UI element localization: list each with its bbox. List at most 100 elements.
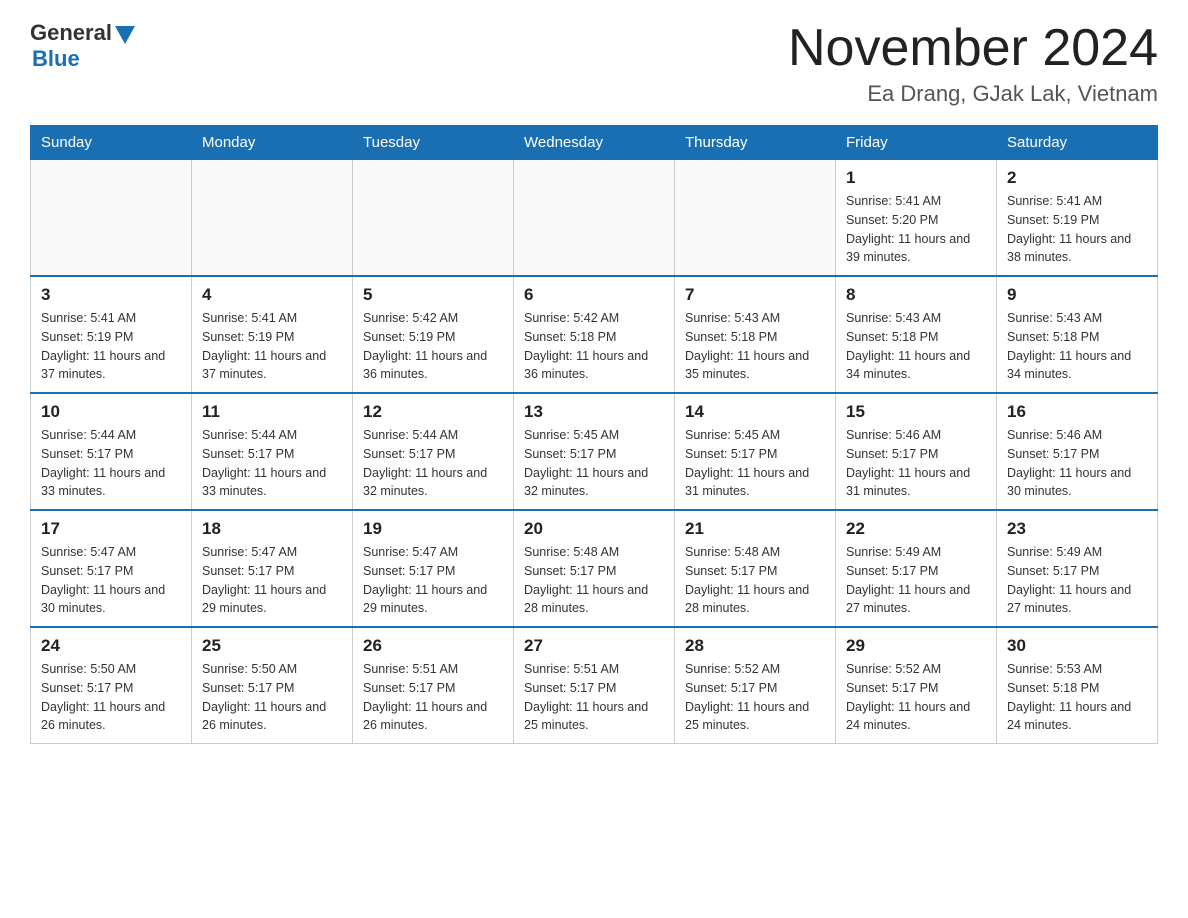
calendar-header-row: SundayMondayTuesdayWednesdayThursdayFrid… bbox=[31, 126, 1158, 160]
day-number: 29 bbox=[846, 636, 986, 656]
day-number: 6 bbox=[524, 285, 664, 305]
calendar-day-cell: 7 Sunrise: 5:43 AM Sunset: 5:18 PM Daylig… bbox=[675, 276, 836, 393]
day-info: Sunrise: 5:49 AM Sunset: 5:17 PM Dayligh… bbox=[1007, 543, 1147, 618]
day-info: Sunrise: 5:52 AM Sunset: 5:17 PM Dayligh… bbox=[685, 660, 825, 735]
calendar-day-cell: 28Sunrise: 5:52 AM Sunset: 5:17 PM Dayli… bbox=[675, 627, 836, 744]
month-title: November 2024 bbox=[788, 20, 1158, 77]
day-info: Sunrise: 5:52 AM Sunset: 5:17 PM Dayligh… bbox=[846, 660, 986, 735]
calendar-header-saturday: Saturday bbox=[997, 126, 1158, 160]
day-info: Sunrise: 5:48 AM Sunset: 5:17 PM Dayligh… bbox=[524, 543, 664, 618]
day-info: Sunrise: 5:46 AM Sunset: 5:17 PM Dayligh… bbox=[1007, 426, 1147, 501]
calendar-header-tuesday: Tuesday bbox=[353, 126, 514, 160]
day-number: 5 bbox=[363, 285, 503, 305]
calendar-day-cell bbox=[514, 160, 675, 277]
calendar-day-cell: 17 Sunrise: 5:47 AM Sunset: 5:17 PM Dayli… bbox=[31, 510, 192, 627]
day-number: 7 bbox=[685, 285, 825, 305]
calendar-day-cell: 5 Sunrise: 5:42 AM Sunset: 5:19 PM Daylig… bbox=[353, 276, 514, 393]
day-number: 30 bbox=[1007, 636, 1147, 656]
day-info: Sunrise: 5:45 AM Sunset: 5:17 PM Dayligh… bbox=[524, 426, 664, 501]
day-info: Sunrise: 5:41 AM Sunset: 5:19 PM Dayligh… bbox=[41, 309, 181, 384]
calendar-day-cell: 18 Sunrise: 5:47 AM Sunset: 5:17 PM Dayli… bbox=[192, 510, 353, 627]
day-number: 25 bbox=[202, 636, 342, 656]
day-number: 13 bbox=[524, 402, 664, 422]
day-info: Sunrise: 5:43 AM Sunset: 5:18 PM Dayligh… bbox=[685, 309, 825, 384]
calendar-day-cell: 10Sunrise: 5:44 AM Sunset: 5:17 PM Dayli… bbox=[31, 393, 192, 510]
day-number: 4 bbox=[202, 285, 342, 305]
day-info: Sunrise: 5:51 AM Sunset: 5:17 PM Dayligh… bbox=[524, 660, 664, 735]
day-info: Sunrise: 5:50 AM Sunset: 5:17 PM Dayligh… bbox=[41, 660, 181, 735]
calendar-week-row: 10 Sunrise: 5:44 AM Sunset: 5:17 PM Dayli… bbox=[31, 393, 1158, 510]
day-info: Sunrise: 5:47 AM Sunset: 5:17 PM Dayligh… bbox=[202, 543, 342, 618]
calendar-day-cell: 27 Sunrise: 5:51 AM Sunset: 5:17 PM Dayli… bbox=[514, 627, 675, 744]
day-info: Sunrise: 5:49 AM Sunset: 5:17 PM Dayligh… bbox=[846, 543, 986, 618]
calendar-day-cell: 8Sunrise: 5:43 AM Sunset: 5:18 PM Daylig… bbox=[836, 276, 997, 393]
calendar-header-sunday: Sunday bbox=[31, 126, 192, 160]
calendar-day-cell: 21Sunrise: 5:48 AM Sunset: 5:17 PM Dayli… bbox=[675, 510, 836, 627]
day-number: 15 bbox=[846, 402, 986, 422]
calendar-table: SundayMondayTuesdayWednesdayThursdayFrid… bbox=[30, 125, 1158, 744]
location-subtitle: Ea Drang, GJak Lak, Vietnam bbox=[788, 81, 1158, 107]
page-header: General Blue November 2024 Ea Drang, GJa… bbox=[30, 20, 1158, 107]
calendar-day-cell: 4 Sunrise: 5:41 AM Sunset: 5:19 PM Daylig… bbox=[192, 276, 353, 393]
day-info: Sunrise: 5:44 AM Sunset: 5:17 PM Dayligh… bbox=[363, 426, 503, 501]
day-info: Sunrise: 5:47 AM Sunset: 5:17 PM Dayligh… bbox=[41, 543, 181, 618]
calendar-day-cell: 19 Sunrise: 5:47 AM Sunset: 5:17 PM Dayli… bbox=[353, 510, 514, 627]
day-info: Sunrise: 5:42 AM Sunset: 5:19 PM Dayligh… bbox=[363, 309, 503, 384]
day-info: Sunrise: 5:41 AM Sunset: 5:19 PM Dayligh… bbox=[202, 309, 342, 384]
calendar-week-row: 3Sunrise: 5:41 AM Sunset: 5:19 PM Daylig… bbox=[31, 276, 1158, 393]
day-number: 18 bbox=[202, 519, 342, 539]
calendar-day-cell: 15Sunrise: 5:46 AM Sunset: 5:17 PM Dayli… bbox=[836, 393, 997, 510]
day-info: Sunrise: 5:53 AM Sunset: 5:18 PM Dayligh… bbox=[1007, 660, 1147, 735]
calendar-header-thursday: Thursday bbox=[675, 126, 836, 160]
day-info: Sunrise: 5:50 AM Sunset: 5:17 PM Dayligh… bbox=[202, 660, 342, 735]
calendar-day-cell: 25 Sunrise: 5:50 AM Sunset: 5:17 PM Dayli… bbox=[192, 627, 353, 744]
calendar-day-cell: 9Sunrise: 5:43 AM Sunset: 5:18 PM Daylig… bbox=[997, 276, 1158, 393]
day-number: 8 bbox=[846, 285, 986, 305]
calendar-header-friday: Friday bbox=[836, 126, 997, 160]
day-number: 12 bbox=[363, 402, 503, 422]
calendar-day-cell: 12 Sunrise: 5:44 AM Sunset: 5:17 PM Dayli… bbox=[353, 393, 514, 510]
calendar-day-cell: 16 Sunrise: 5:46 AM Sunset: 5:17 PM Dayli… bbox=[997, 393, 1158, 510]
calendar-day-cell: 26Sunrise: 5:51 AM Sunset: 5:17 PM Dayli… bbox=[353, 627, 514, 744]
day-info: Sunrise: 5:45 AM Sunset: 5:17 PM Dayligh… bbox=[685, 426, 825, 501]
calendar-day-cell bbox=[31, 160, 192, 277]
calendar-week-row: 1Sunrise: 5:41 AM Sunset: 5:20 PM Daylig… bbox=[31, 160, 1158, 277]
day-number: 14 bbox=[685, 402, 825, 422]
title-area: November 2024 Ea Drang, GJak Lak, Vietna… bbox=[788, 20, 1158, 107]
calendar-day-cell bbox=[353, 160, 514, 277]
day-info: Sunrise: 5:44 AM Sunset: 5:17 PM Dayligh… bbox=[202, 426, 342, 501]
day-number: 23 bbox=[1007, 519, 1147, 539]
day-number: 10 bbox=[41, 402, 181, 422]
day-number: 16 bbox=[1007, 402, 1147, 422]
day-number: 17 bbox=[41, 519, 181, 539]
day-number: 2 bbox=[1007, 168, 1147, 188]
calendar-day-cell: 11 Sunrise: 5:44 AM Sunset: 5:17 PM Dayli… bbox=[192, 393, 353, 510]
logo-triangle-icon bbox=[115, 26, 135, 44]
calendar-day-cell: 13 Sunrise: 5:45 AM Sunset: 5:17 PM Dayli… bbox=[514, 393, 675, 510]
calendar-day-cell: 6 Sunrise: 5:42 AM Sunset: 5:18 PM Daylig… bbox=[514, 276, 675, 393]
calendar-day-cell: 23 Sunrise: 5:49 AM Sunset: 5:17 PM Dayli… bbox=[997, 510, 1158, 627]
calendar-header-wednesday: Wednesday bbox=[514, 126, 675, 160]
calendar-day-cell: 3Sunrise: 5:41 AM Sunset: 5:19 PM Daylig… bbox=[31, 276, 192, 393]
day-number: 11 bbox=[202, 402, 342, 422]
day-info: Sunrise: 5:48 AM Sunset: 5:17 PM Dayligh… bbox=[685, 543, 825, 618]
day-number: 19 bbox=[363, 519, 503, 539]
calendar-day-cell: 14 Sunrise: 5:45 AM Sunset: 5:17 PM Dayli… bbox=[675, 393, 836, 510]
day-number: 22 bbox=[846, 519, 986, 539]
day-info: Sunrise: 5:47 AM Sunset: 5:17 PM Dayligh… bbox=[363, 543, 503, 618]
calendar-week-row: 24Sunrise: 5:50 AM Sunset: 5:17 PM Dayli… bbox=[31, 627, 1158, 744]
calendar-day-cell: 20Sunrise: 5:48 AM Sunset: 5:17 PM Dayli… bbox=[514, 510, 675, 627]
day-number: 27 bbox=[524, 636, 664, 656]
calendar-day-cell bbox=[675, 160, 836, 277]
logo-general-text: General bbox=[30, 20, 112, 46]
calendar-day-cell: 30 Sunrise: 5:53 AM Sunset: 5:18 PM Dayli… bbox=[997, 627, 1158, 744]
calendar-day-cell: 1Sunrise: 5:41 AM Sunset: 5:20 PM Daylig… bbox=[836, 160, 997, 277]
day-number: 26 bbox=[363, 636, 503, 656]
calendar-day-cell bbox=[192, 160, 353, 277]
calendar-week-row: 17 Sunrise: 5:47 AM Sunset: 5:17 PM Dayli… bbox=[31, 510, 1158, 627]
calendar-header-monday: Monday bbox=[192, 126, 353, 160]
day-info: Sunrise: 5:42 AM Sunset: 5:18 PM Dayligh… bbox=[524, 309, 664, 384]
day-info: Sunrise: 5:41 AM Sunset: 5:20 PM Dayligh… bbox=[846, 192, 986, 267]
calendar-day-cell: 29 Sunrise: 5:52 AM Sunset: 5:17 PM Dayli… bbox=[836, 627, 997, 744]
calendar-day-cell: 22 Sunrise: 5:49 AM Sunset: 5:17 PM Dayli… bbox=[836, 510, 997, 627]
